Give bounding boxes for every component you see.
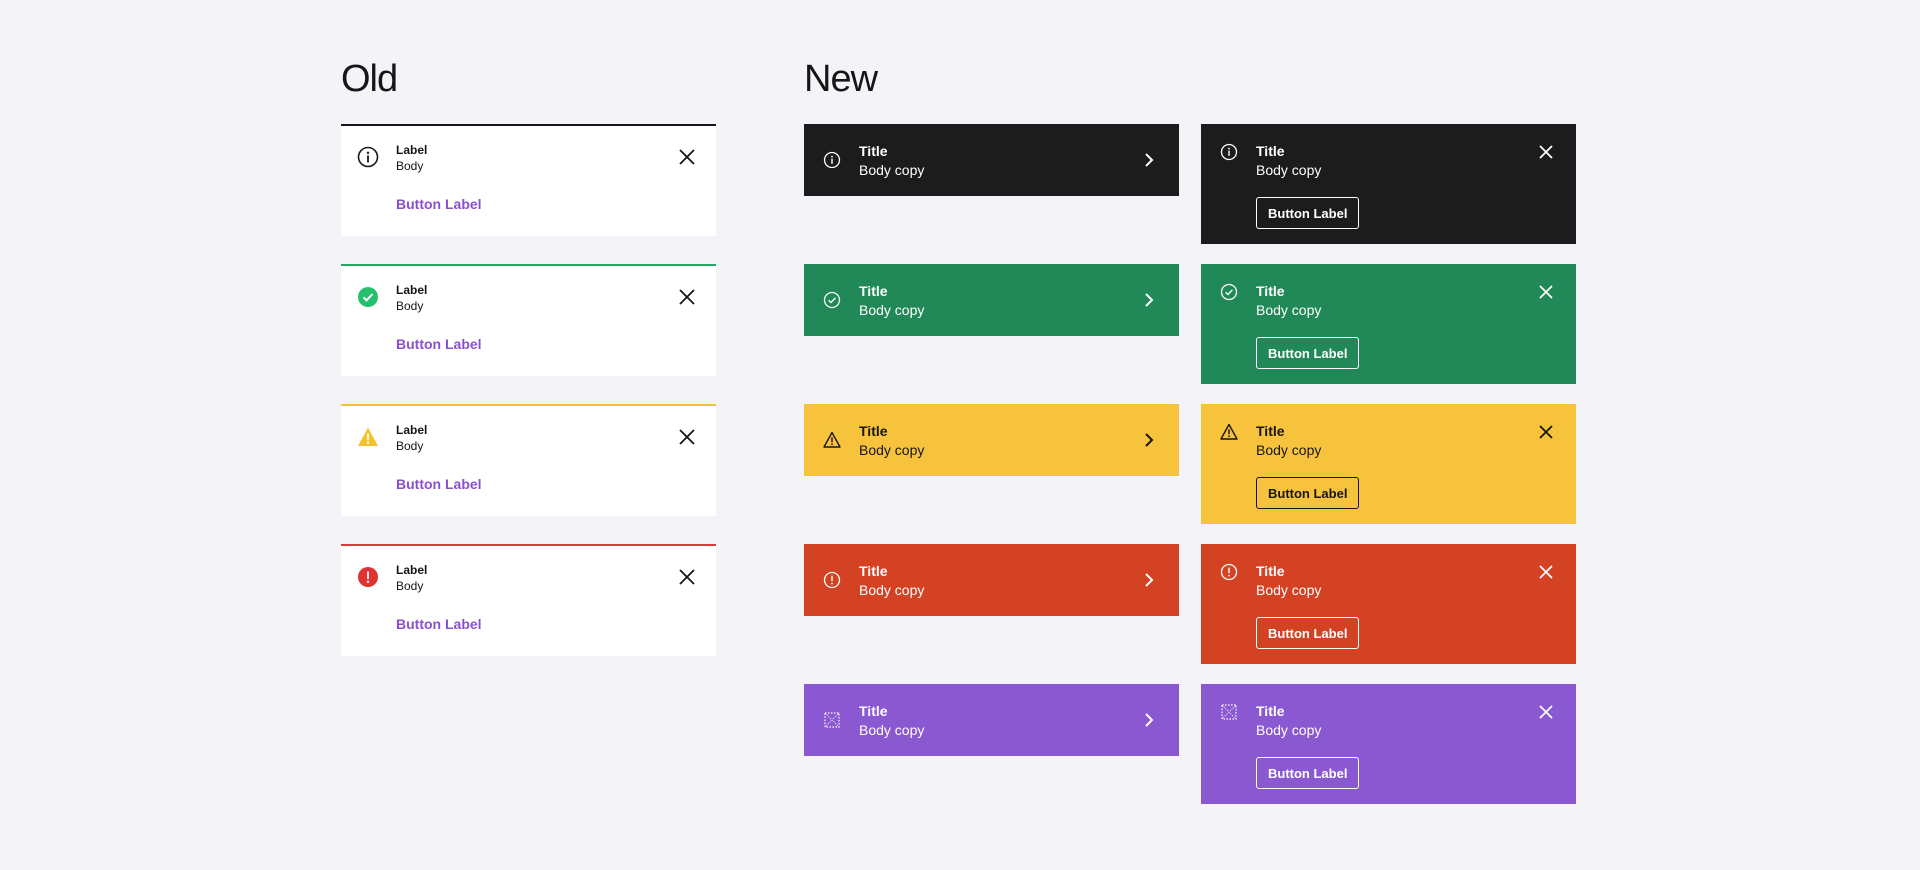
chevron-right-icon[interactable] — [1141, 432, 1157, 448]
new-expanded-notification-error: Title Body copy Button Label — [1201, 544, 1576, 664]
notification-body: Body — [396, 159, 424, 173]
notification-title: Title — [1256, 283, 1285, 299]
notification-body: Body — [396, 579, 424, 593]
notification-title: Title — [1256, 703, 1285, 719]
close-icon[interactable] — [678, 428, 696, 446]
new-compact-notifications-column: Title Body copy Title Body copy Title Bo… — [804, 124, 1179, 824]
notification-body: Body copy — [1256, 302, 1322, 318]
notification-body: Body copy — [1256, 442, 1322, 458]
new-expanded-notification-success: Title Body copy Button Label — [1201, 264, 1576, 384]
notification-action-button[interactable]: Button Label — [1256, 757, 1360, 789]
notification-body: Body copy — [859, 442, 925, 458]
chevron-right-icon[interactable] — [1141, 572, 1157, 588]
check-circle-icon — [823, 291, 841, 309]
close-icon[interactable] — [678, 568, 696, 586]
chevron-right-icon[interactable] — [1141, 292, 1157, 308]
new-compact-notification-neutral[interactable]: Title Body copy — [804, 124, 1179, 196]
new-compact-notification-success[interactable]: Title Body copy — [804, 264, 1179, 336]
notification-body: Body copy — [859, 302, 925, 318]
notification-body: Body copy — [1256, 722, 1322, 738]
old-notification-success: Label Body Button Label — [341, 264, 716, 376]
notification-body: Body — [396, 439, 424, 453]
chevron-right-icon[interactable] — [1141, 152, 1157, 168]
error-circle-icon — [1220, 563, 1238, 581]
new-compact-notification-info[interactable]: Title Body copy — [804, 684, 1179, 756]
chevron-right-icon[interactable] — [1141, 712, 1157, 728]
notification-action-button[interactable]: Button Label — [396, 616, 482, 632]
dotted-square-icon — [1221, 704, 1237, 720]
notification-title: Title — [859, 283, 888, 299]
old-notification-neutral: Label Body Button Label — [341, 124, 716, 236]
close-icon[interactable] — [678, 148, 696, 166]
notification-body: Body copy — [1256, 582, 1322, 598]
error-circle-icon — [823, 571, 841, 589]
close-icon[interactable] — [1538, 564, 1554, 580]
old-heading: Old — [341, 58, 398, 100]
new-expanded-notification-neutral: Title Body copy Button Label — [1201, 124, 1576, 244]
info-icon — [823, 151, 841, 169]
warning-triangle-icon — [1220, 423, 1238, 440]
notification-title: Title — [859, 703, 888, 719]
notification-action-button[interactable]: Button Label — [1256, 197, 1360, 229]
old-notification-error: Label Body Button Label — [341, 544, 716, 656]
new-expanded-notification-info: Title Body copy Button Label — [1201, 684, 1576, 804]
notification-title: Title — [859, 143, 888, 159]
new-expanded-notifications-column: Title Body copy Button Label Title Body … — [1201, 124, 1576, 824]
notification-label: Label — [396, 563, 428, 577]
notification-action-button[interactable]: Button Label — [396, 196, 482, 212]
notification-action-button[interactable]: Button Label — [1256, 477, 1360, 509]
error-circle-icon — [358, 567, 378, 587]
notification-label: Label — [396, 283, 428, 297]
close-icon[interactable] — [1538, 144, 1554, 160]
old-notifications-column: Label Body Button Label Label Body Butto… — [341, 124, 716, 684]
new-heading: New — [804, 58, 878, 100]
notification-title: Title — [1256, 423, 1285, 439]
new-expanded-notification-warning: Title Body copy Button Label — [1201, 404, 1576, 524]
notification-action-button[interactable]: Button Label — [1256, 617, 1360, 649]
new-compact-notification-error[interactable]: Title Body copy — [804, 544, 1179, 616]
info-icon — [357, 146, 379, 168]
notification-title: Title — [859, 563, 888, 579]
notification-title: Title — [1256, 143, 1285, 159]
close-icon[interactable] — [1538, 424, 1554, 440]
notification-action-button[interactable]: Button Label — [396, 476, 482, 492]
notification-label: Label — [396, 143, 428, 157]
notification-body: Body copy — [859, 722, 925, 738]
old-notification-warning: Label Body Button Label — [341, 404, 716, 516]
info-icon — [1220, 143, 1238, 161]
notification-title: Title — [1256, 563, 1285, 579]
new-compact-notification-warning[interactable]: Title Body copy — [804, 404, 1179, 476]
notification-action-button[interactable]: Button Label — [1256, 337, 1360, 369]
close-icon[interactable] — [1538, 284, 1554, 300]
notification-body: Body copy — [1256, 162, 1322, 178]
close-icon[interactable] — [678, 288, 696, 306]
close-icon[interactable] — [1538, 704, 1554, 720]
warning-triangle-icon — [823, 431, 841, 448]
check-circle-icon — [358, 287, 378, 307]
dotted-square-icon — [824, 712, 840, 728]
notification-body: Body copy — [859, 582, 925, 598]
notification-body: Body copy — [859, 162, 925, 178]
notification-label: Label — [396, 423, 428, 437]
warning-triangle-icon — [358, 427, 378, 446]
notification-body: Body — [396, 299, 424, 313]
notification-title: Title — [859, 423, 888, 439]
notification-action-button[interactable]: Button Label — [396, 336, 482, 352]
check-circle-icon — [1220, 283, 1238, 301]
